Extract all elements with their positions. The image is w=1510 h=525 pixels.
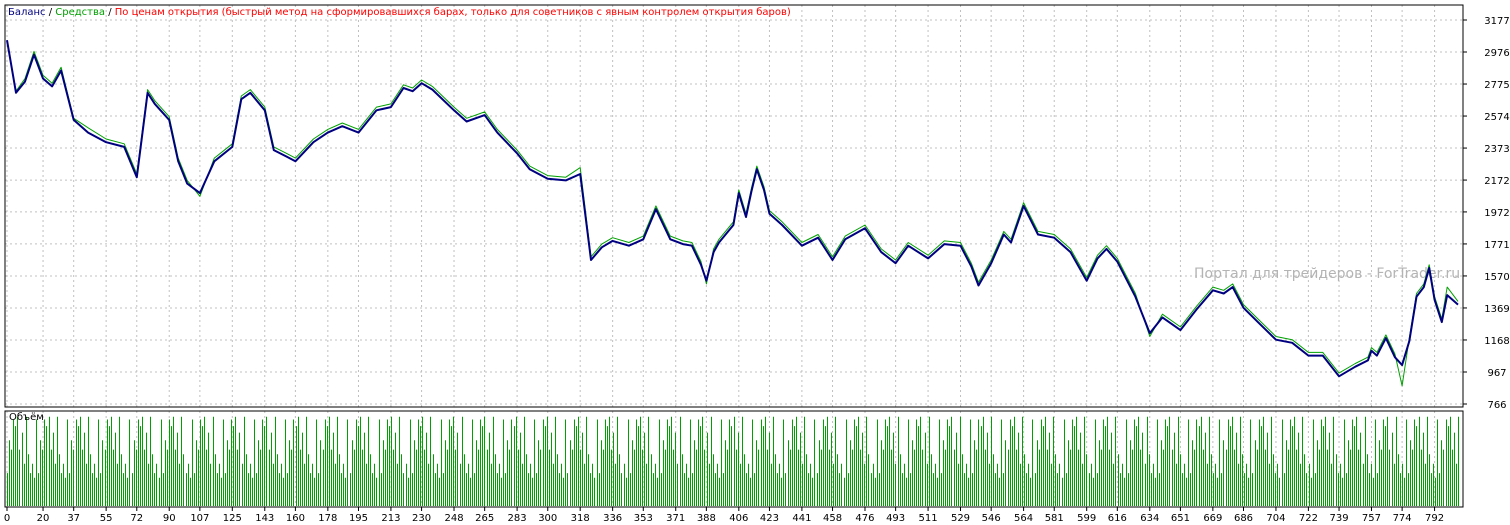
watermark-text: Портал для трейдеров - ForTrader.ru	[1194, 266, 1460, 282]
x-axis-ticks: 0 20 37 55 72 90 107 125 143 160 178 195 213 230 248 26…	[4, 507, 1444, 524]
x-tick-label: 90	[163, 513, 176, 524]
x-tick-label: 686	[1234, 513, 1253, 524]
x-tick-label: 213	[381, 513, 400, 524]
x-tick-label: 371	[666, 513, 685, 524]
x-tick-label: 318	[571, 513, 590, 524]
x-tick-label: 230	[412, 513, 431, 524]
y-tick-label: 1570	[1484, 272, 1509, 283]
y-tick-label: 3177	[1484, 16, 1509, 27]
x-tick-label: 37	[67, 513, 80, 524]
x-tick-label: 353	[634, 513, 653, 524]
x-tick-label: 423	[760, 513, 779, 524]
y-tick-label: 2373	[1484, 144, 1509, 155]
legend: Баланс / Средства / По ценам открытия (б…	[8, 7, 791, 18]
x-tick-label: 493	[886, 513, 905, 524]
x-tick-label: 178	[318, 513, 337, 524]
x-tick-label: 441	[792, 513, 811, 524]
x-tick-label: 406	[729, 513, 748, 524]
series-line	[6, 40, 1459, 378]
volume-title: Объём	[9, 412, 44, 423]
x-tick-label: 195	[349, 513, 368, 524]
x-tick-label: 160	[286, 513, 305, 524]
x-tick-label: 722	[1299, 513, 1318, 524]
x-tick-label: 669	[1203, 513, 1222, 524]
y-tick-label: 1369	[1484, 304, 1509, 315]
strategy-tester-graph: Портал для трейдеров - ForTrader.ru 3177…	[0, 0, 1510, 525]
x-tick-label: 529	[951, 513, 970, 524]
x-tick-label: 283	[508, 513, 527, 524]
y-tick-label: 2574	[1484, 112, 1509, 123]
legend-separator: /	[105, 7, 115, 18]
x-tick-label: 300	[538, 513, 557, 524]
x-tick-label: 704	[1266, 513, 1285, 524]
series-line	[6, 41, 1459, 387]
x-tick-label: 581	[1045, 513, 1064, 524]
x-tick-label: 458	[823, 513, 842, 524]
volume-bars	[7, 416, 1459, 506]
y-tick-label: 1771	[1484, 240, 1509, 251]
x-tick-label: 616	[1108, 513, 1127, 524]
chart-canvas: Портал для трейдеров - ForTrader.ru 3177…	[4, 4, 1510, 524]
x-tick-label: 774	[1393, 513, 1412, 524]
x-tick-label: 55	[100, 513, 113, 524]
x-tick-label: 511	[919, 513, 938, 524]
y-tick-label: 2976	[1484, 48, 1509, 59]
series-lines	[6, 40, 1459, 387]
x-tick-label: 634	[1140, 513, 1159, 524]
y-tick-label: 2775	[1484, 80, 1509, 91]
y-tick-label: 967	[1487, 368, 1506, 379]
main-plot-border	[4, 4, 1464, 408]
x-tick-label: 651	[1171, 513, 1190, 524]
x-tick-label: 0	[4, 513, 10, 524]
x-tick-label: 476	[855, 513, 874, 524]
x-tick-label: 599	[1077, 513, 1096, 524]
x-tick-label: 336	[603, 513, 622, 524]
x-tick-label: 72	[130, 513, 143, 524]
x-tick-label: 248	[444, 513, 463, 524]
x-tick-label: 20	[37, 513, 50, 524]
x-tick-label: 546	[982, 513, 1001, 524]
x-tick-label: 792	[1425, 513, 1444, 524]
legend-balance: Баланс	[8, 7, 46, 18]
y-tick-label: 1972	[1484, 208, 1509, 219]
y-tick-label: 2172	[1484, 176, 1509, 187]
legend-method-note: По ценам открытия (быстрый метод на сфор…	[115, 7, 791, 18]
x-tick-label: 107	[190, 513, 209, 524]
x-tick-label: 143	[255, 513, 274, 524]
x-tick-label: 739	[1329, 513, 1348, 524]
x-tick-label: 564	[1014, 513, 1033, 524]
y-tick-label: 766	[1487, 400, 1506, 411]
x-tick-label: 388	[697, 513, 716, 524]
y-tick-label: 1168	[1484, 336, 1509, 347]
x-tick-label: 265	[475, 513, 494, 524]
x-tick-label: 757	[1362, 513, 1381, 524]
legend-separator: /	[46, 7, 56, 18]
x-tick-label: 125	[223, 513, 242, 524]
y-axis-ticks: 3177 2976 2775 2574 2373 2172 1972 1771 1570 1369…	[1463, 16, 1510, 411]
legend-equity: Средства	[55, 7, 105, 18]
